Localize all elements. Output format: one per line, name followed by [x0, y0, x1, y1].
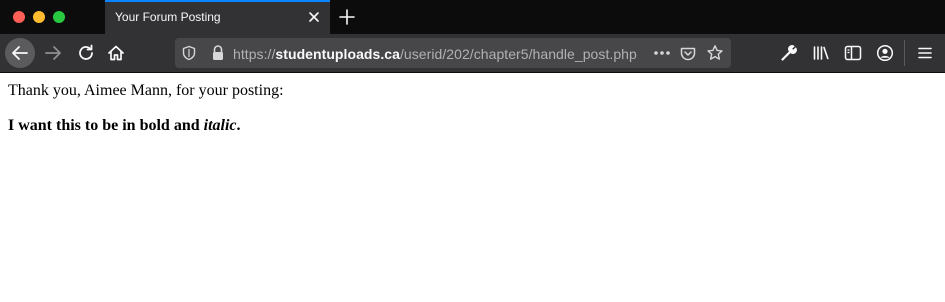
new-tab-icon[interactable]	[337, 7, 357, 27]
sidebar-icon[interactable]	[843, 43, 863, 63]
posting-text-italic: italic	[203, 117, 237, 134]
back-button[interactable]	[5, 38, 35, 68]
library-icon[interactable]	[811, 43, 831, 63]
minimize-window-button[interactable]	[33, 11, 45, 23]
posting-text: I want this to be in bold and italic.	[8, 117, 241, 135]
thank-you-message: Thank you, Aimee Mann, for your posting:	[8, 82, 284, 99]
home-button[interactable]	[101, 38, 131, 68]
url-path: /userid/202/chapter5/handle_post.php	[399, 46, 637, 62]
wrench-icon[interactable]	[779, 43, 799, 63]
reload-icon	[79, 44, 93, 60]
reload-button[interactable]	[71, 38, 101, 68]
toolbar-divider	[904, 40, 905, 66]
lock-icon[interactable]	[210, 44, 226, 62]
posting-text-end: .	[236, 117, 241, 134]
posting-text-bold: I want this to be in bold and	[8, 117, 204, 134]
tab-title: Your Forum Posting	[115, 10, 221, 24]
close-tab-icon[interactable]	[306, 9, 322, 25]
more-horizontal-icon[interactable]	[652, 44, 672, 62]
close-window-button[interactable]	[13, 11, 25, 23]
forward-button[interactable]	[38, 38, 68, 68]
navigation-toolbar: https://studentuploads.ca/userid/202/cha…	[0, 34, 945, 72]
url-host: studentuploads.ca	[275, 46, 400, 62]
tab-strip: Your Forum Posting	[0, 0, 945, 34]
tab-active[interactable]: Your Forum Posting	[105, 0, 330, 34]
pocket-icon[interactable]	[679, 45, 697, 63]
star-icon[interactable]	[706, 44, 724, 62]
tracking-shield-icon[interactable]	[181, 45, 197, 61]
home-icon	[108, 45, 124, 61]
url-bar[interactable]: https://studentuploads.ca/userid/202/cha…	[175, 38, 731, 68]
url-text[interactable]: https://studentuploads.ca/userid/202/cha…	[233, 46, 637, 62]
forward-arrow-icon	[45, 46, 61, 60]
account-icon[interactable]	[875, 43, 895, 63]
tab-active-indicator	[105, 0, 330, 2]
zoom-window-button[interactable]	[53, 11, 65, 23]
page-content: Thank you, Aimee Mann, for your posting:…	[0, 73, 945, 302]
url-scheme: https://	[233, 46, 276, 62]
back-arrow-icon	[12, 46, 28, 60]
hamburger-menu-icon[interactable]	[915, 43, 935, 63]
